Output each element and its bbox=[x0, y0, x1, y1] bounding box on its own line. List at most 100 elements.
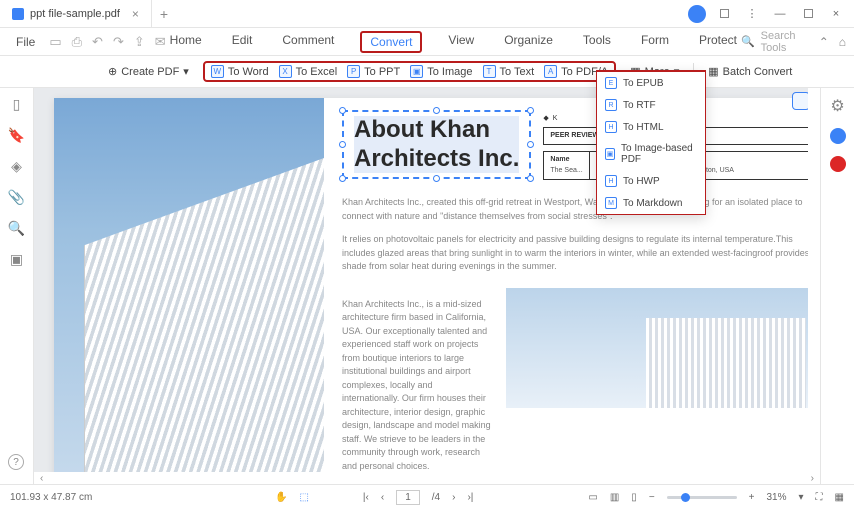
vertical-scrollbar[interactable] bbox=[808, 88, 820, 472]
scroll-right-icon[interactable]: › bbox=[805, 473, 820, 484]
more-dropdown: ETo EPUB RTo RTF HTo HTML ▣To Image-base… bbox=[596, 70, 706, 215]
search-placeholder: Search Tools bbox=[761, 30, 811, 54]
tab-title: ppt file-sample.pdf bbox=[30, 8, 120, 20]
undo-icon[interactable]: ↶ bbox=[92, 34, 103, 50]
dd-to-image-pdf[interactable]: ▣To Image-based PDF bbox=[597, 138, 705, 170]
to-ppt-button[interactable]: PTo PPT bbox=[347, 65, 400, 78]
coords-display: 101.93 x 47.87 cm bbox=[10, 492, 160, 503]
help-icon[interactable]: ? bbox=[8, 454, 24, 470]
view-mode-icon[interactable]: ▦ bbox=[835, 492, 844, 503]
select-tool-icon[interactable]: ⬚ bbox=[299, 492, 308, 503]
menu-organize[interactable]: Organize bbox=[500, 31, 557, 53]
share-icon[interactable]: ⇪ bbox=[134, 34, 145, 50]
print-icon[interactable]: ⎙ bbox=[72, 34, 82, 50]
first-page-icon[interactable]: |‹ bbox=[363, 492, 369, 503]
user-avatar[interactable] bbox=[688, 5, 706, 23]
to-image-button[interactable]: ▣To Image bbox=[410, 65, 472, 78]
to-word-button[interactable]: WTo Word bbox=[211, 65, 269, 78]
last-page-icon[interactable]: ›| bbox=[467, 492, 473, 503]
ai-icon[interactable] bbox=[830, 128, 846, 144]
menu-home[interactable]: Home bbox=[166, 31, 206, 53]
kebab-icon[interactable]: ⋮ bbox=[742, 4, 762, 24]
mail-icon[interactable]: ✉ bbox=[155, 34, 166, 50]
convert-toolbar: ⊕ Create PDF ▾ WTo Word XTo Excel PTo PP… bbox=[0, 56, 854, 88]
next-page-icon[interactable]: › bbox=[452, 492, 455, 503]
paragraph-3: Khan Architects Inc., is a mid-sized arc… bbox=[342, 298, 492, 474]
dd-to-epub[interactable]: ETo EPUB bbox=[597, 72, 705, 94]
attachment-icon[interactable]: 📎 bbox=[8, 189, 25, 206]
menu-convert[interactable]: Convert bbox=[360, 31, 422, 53]
pdfa-icon: A bbox=[544, 65, 557, 78]
plus-icon: ⊕ bbox=[108, 65, 117, 78]
secondary-image bbox=[506, 288, 816, 408]
zoom-chevron-icon[interactable]: ▾ bbox=[799, 492, 804, 503]
read-mode-icon[interactable]: ▯ bbox=[631, 492, 637, 503]
text-icon: T bbox=[483, 65, 496, 78]
menubar: File ▭ ⎙ ↶ ↷ ⇪ ✉ Home Edit Comment Conve… bbox=[0, 28, 854, 56]
settings-icon[interactable]: ⚙ bbox=[830, 96, 844, 116]
search-panel-icon[interactable]: 🔍 bbox=[8, 220, 25, 237]
layers-icon[interactable]: ◈ bbox=[11, 158, 22, 175]
document-tab[interactable]: ppt file-sample.pdf × bbox=[0, 0, 152, 27]
stamp-icon[interactable]: ▣ bbox=[10, 251, 23, 268]
dd-to-rtf[interactable]: RTo RTF bbox=[597, 94, 705, 116]
close-window-button[interactable]: × bbox=[826, 4, 846, 24]
search-tools[interactable]: 🔍 Search Tools bbox=[741, 30, 811, 54]
menu-tools[interactable]: Tools bbox=[579, 31, 615, 53]
paragraph-1: Khan Architects Inc., created this off-g… bbox=[342, 196, 816, 223]
image-icon: ▣ bbox=[410, 65, 423, 78]
open-icon[interactable]: ▭ bbox=[49, 34, 61, 50]
page-input[interactable]: 1 bbox=[396, 490, 420, 505]
app-menu-icon[interactable] bbox=[714, 4, 734, 24]
menu-edit[interactable]: Edit bbox=[228, 31, 257, 53]
menu-form[interactable]: Form bbox=[637, 31, 673, 53]
bookmark-icon[interactable]: 🔖 bbox=[8, 127, 25, 144]
maximize-button[interactable] bbox=[798, 4, 818, 24]
thumbnails-icon[interactable]: ▯ bbox=[13, 96, 21, 113]
zoom-slider[interactable] bbox=[667, 496, 737, 499]
dd-to-markdown[interactable]: MTo Markdown bbox=[597, 192, 705, 214]
fit-width-icon[interactable]: ▭ bbox=[588, 492, 597, 503]
to-text-button[interactable]: TTo Text bbox=[483, 65, 535, 78]
dd-to-html[interactable]: HTo HTML bbox=[597, 116, 705, 138]
zoom-in-icon[interactable]: + bbox=[749, 492, 755, 503]
word-icon: W bbox=[211, 65, 224, 78]
fullscreen-icon[interactable]: ⛶ bbox=[816, 492, 823, 503]
hand-tool-icon[interactable]: ✋ bbox=[275, 492, 287, 503]
close-tab-icon[interactable]: × bbox=[132, 7, 139, 21]
horizontal-scrollbar[interactable]: ‹ › bbox=[34, 472, 820, 484]
search-icon: 🔍 bbox=[741, 35, 755, 48]
titlebar: ppt file-sample.pdf × + ⋮ — × bbox=[0, 0, 854, 28]
hero-image bbox=[54, 98, 324, 478]
prev-page-icon[interactable]: ‹ bbox=[381, 492, 384, 503]
minimize-button[interactable]: — bbox=[770, 4, 790, 24]
ppt-icon: P bbox=[347, 65, 360, 78]
home-icon[interactable]: ⌂ bbox=[839, 35, 846, 49]
menu-comment[interactable]: Comment bbox=[278, 31, 338, 53]
redo-icon[interactable]: ↷ bbox=[113, 34, 124, 50]
convert-group: WTo Word XTo Excel PTo PPT ▣To Image TTo… bbox=[203, 61, 616, 82]
file-menu[interactable]: File bbox=[8, 35, 43, 49]
scroll-left-icon[interactable]: ‹ bbox=[34, 473, 49, 484]
doc-title-line1: About Khan bbox=[354, 116, 490, 143]
tool-icon[interactable] bbox=[830, 156, 846, 172]
page-total: /4 bbox=[432, 492, 440, 503]
right-sidebar: ⚙ bbox=[820, 88, 854, 484]
menu-protect[interactable]: Protect bbox=[695, 31, 741, 53]
left-sidebar: ▯ 🔖 ◈ 📎 🔍 ▣ bbox=[0, 88, 34, 484]
add-tab-button[interactable]: + bbox=[152, 6, 176, 22]
menu-view[interactable]: View bbox=[444, 31, 478, 53]
to-excel-button[interactable]: XTo Excel bbox=[279, 65, 338, 78]
fit-page-icon[interactable]: ▥ bbox=[610, 492, 619, 503]
paragraph-2: It relies on photovoltaic panels for ele… bbox=[342, 233, 816, 274]
pdf-icon bbox=[12, 8, 24, 20]
title-selection[interactable]: About KhanArchitects Inc. bbox=[342, 110, 531, 179]
excel-icon: X bbox=[279, 65, 292, 78]
zoom-out-icon[interactable]: − bbox=[649, 492, 655, 503]
batch-icon: ▦ bbox=[708, 65, 718, 78]
create-pdf-button[interactable]: ⊕ Create PDF ▾ bbox=[108, 65, 189, 78]
collapse-icon[interactable]: ⌃ bbox=[819, 35, 829, 49]
dd-to-hwp[interactable]: HTo HWP bbox=[597, 170, 705, 192]
workspace: ▯ 🔖 ◈ 📎 🔍 ▣ About KhanArchitects Inc. bbox=[0, 88, 854, 484]
batch-convert-button[interactable]: ▦ Batch Convert bbox=[708, 65, 792, 78]
